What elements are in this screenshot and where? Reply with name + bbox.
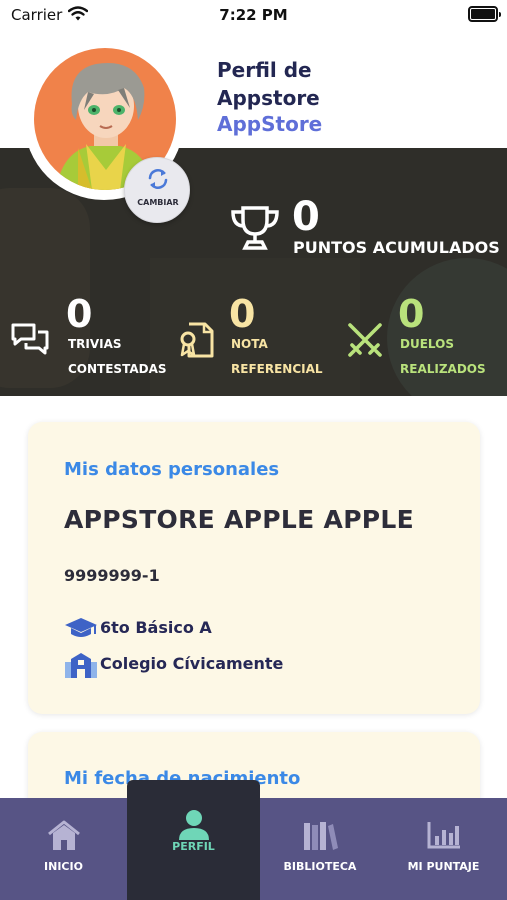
tab-biblioteca-label: BIBLIOTECA bbox=[283, 860, 357, 873]
trivias-value: 0 bbox=[66, 292, 93, 336]
nota-value: 0 bbox=[229, 292, 256, 336]
tab-mi-puntaje-label: MI PUNTAJE bbox=[407, 860, 480, 873]
tab-inicio[interactable]: INICIO bbox=[0, 798, 127, 900]
points-label: PUNTOS ACUMULADOS bbox=[293, 238, 500, 257]
bottom-tab-bar: INICIO PERFIL BIBLIOTECA MI PUNTAJE bbox=[0, 780, 507, 900]
change-avatar-label: CAMBIAR bbox=[137, 198, 179, 207]
personal-data-heading: Mis datos personales bbox=[64, 459, 280, 480]
tab-biblioteca[interactable]: BIBLIOTECA bbox=[260, 798, 380, 900]
full-name: APPSTORE APPLE APPLE bbox=[64, 505, 415, 534]
chat-bubbles-icon bbox=[11, 323, 49, 355]
tab-mi-puntaje[interactable]: MI PUNTAJE bbox=[380, 798, 507, 900]
crossed-swords-icon bbox=[348, 323, 382, 357]
school-icon bbox=[65, 653, 97, 678]
home-icon bbox=[47, 820, 80, 850]
duelos-value: 0 bbox=[398, 292, 425, 336]
personal-data-card: Mis datos personales APPSTORE APPLE APPL… bbox=[28, 422, 480, 714]
duelos-label: DUELOS REALIZADOS bbox=[400, 337, 486, 376]
status-bar: Carrier 7:22 PM bbox=[0, 0, 507, 32]
tab-perfil[interactable]: PERFIL bbox=[127, 780, 260, 900]
trophy-icon bbox=[231, 206, 279, 250]
page-subtitle: AppStore bbox=[217, 112, 323, 136]
trivias-label: TRIVIAS CONTESTADAS bbox=[68, 337, 167, 376]
rut-value: 9999999-1 bbox=[64, 566, 160, 585]
certificate-icon bbox=[180, 322, 214, 358]
points-value: 0 bbox=[292, 194, 320, 240]
tab-inicio-label: INICIO bbox=[44, 860, 83, 873]
battery-icon bbox=[468, 6, 501, 22]
refresh-icon bbox=[148, 169, 168, 189]
school-label: Colegio Cívicamente bbox=[100, 654, 284, 673]
graduation-cap-icon bbox=[65, 618, 97, 637]
user-icon bbox=[178, 810, 209, 840]
bar-chart-icon bbox=[427, 822, 460, 849]
nota-label: NOTA REFERENCIAL bbox=[231, 337, 323, 376]
tab-perfil-label: PERFIL bbox=[172, 840, 215, 853]
clock: 7:22 PM bbox=[219, 6, 288, 24]
page-title: Perfil de Appstore bbox=[217, 58, 320, 110]
books-icon bbox=[304, 822, 338, 850]
grade-label: 6to Básico A bbox=[100, 618, 212, 637]
change-avatar-button[interactable]: CAMBIAR bbox=[124, 157, 190, 223]
